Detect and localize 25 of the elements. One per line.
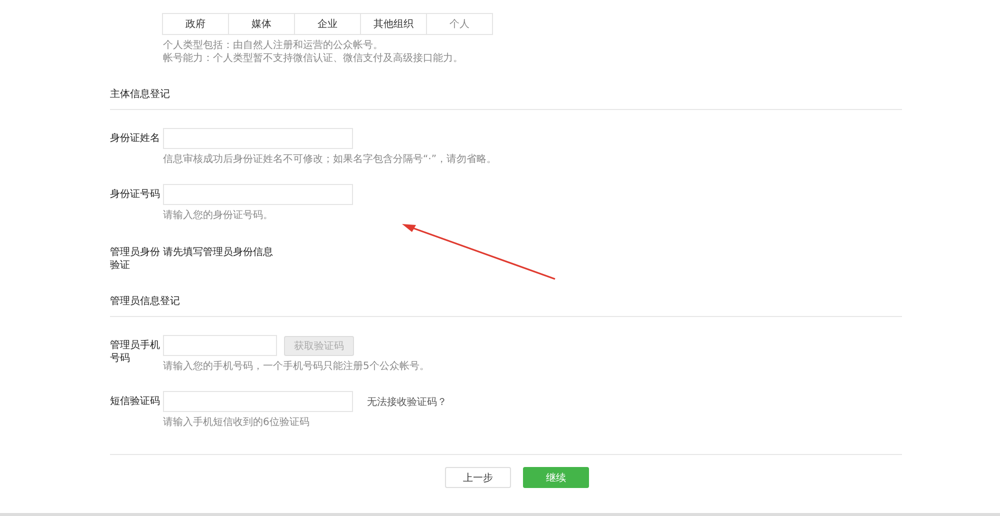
field-label: 身份证姓名 <box>110 132 161 146</box>
field-hint: 请输入手机短信收到的6位验证码 <box>163 416 310 429</box>
type-tab[interactable]: 企业 <box>294 13 361 35</box>
field-hint: 请输入您的手机号码，一个手机号码只能注册5个公众帐号。 <box>163 360 430 373</box>
field-value: 请先填写管理员身份信息 <box>163 246 274 259</box>
help-link[interactable]: 无法接收验证码？ <box>367 394 447 408</box>
field-hint: 信息审核成功后身份证姓名不可修改；如果名字包含分隔号“·”，请勿省略。 <box>163 153 498 166</box>
type-tab[interactable]: 政府 <box>162 13 229 35</box>
section-title: 管理员信息登记 <box>110 295 181 309</box>
type-note: 帐号能力：个人类型暂不支持微信认证、微信支付及高级接口能力。 <box>163 52 464 65</box>
input-field[interactable] <box>163 184 353 205</box>
field-label: 身份证号码 <box>110 188 161 202</box>
field-label: 管理员手机号码 <box>110 338 161 366</box>
input-field[interactable] <box>163 128 353 149</box>
section-title: 主体信息登记 <box>110 88 171 102</box>
field-hint: 请输入您的身份证号码。 <box>163 209 274 222</box>
type-note: 个人类型包括：由自然人注册和运营的公众帐号。 <box>163 39 384 52</box>
input-field[interactable] <box>163 391 353 412</box>
type-tab[interactable]: 其他组织 <box>360 13 427 35</box>
back-button[interactable]: 上一步 <box>445 467 511 488</box>
input-field[interactable] <box>163 335 277 356</box>
field-label: 短信验证码 <box>110 395 161 409</box>
type-tab[interactable]: 媒体 <box>228 13 295 35</box>
type-tab[interactable]: 个人 <box>426 13 493 35</box>
field-label: 管理员身份验证 <box>110 246 161 272</box>
